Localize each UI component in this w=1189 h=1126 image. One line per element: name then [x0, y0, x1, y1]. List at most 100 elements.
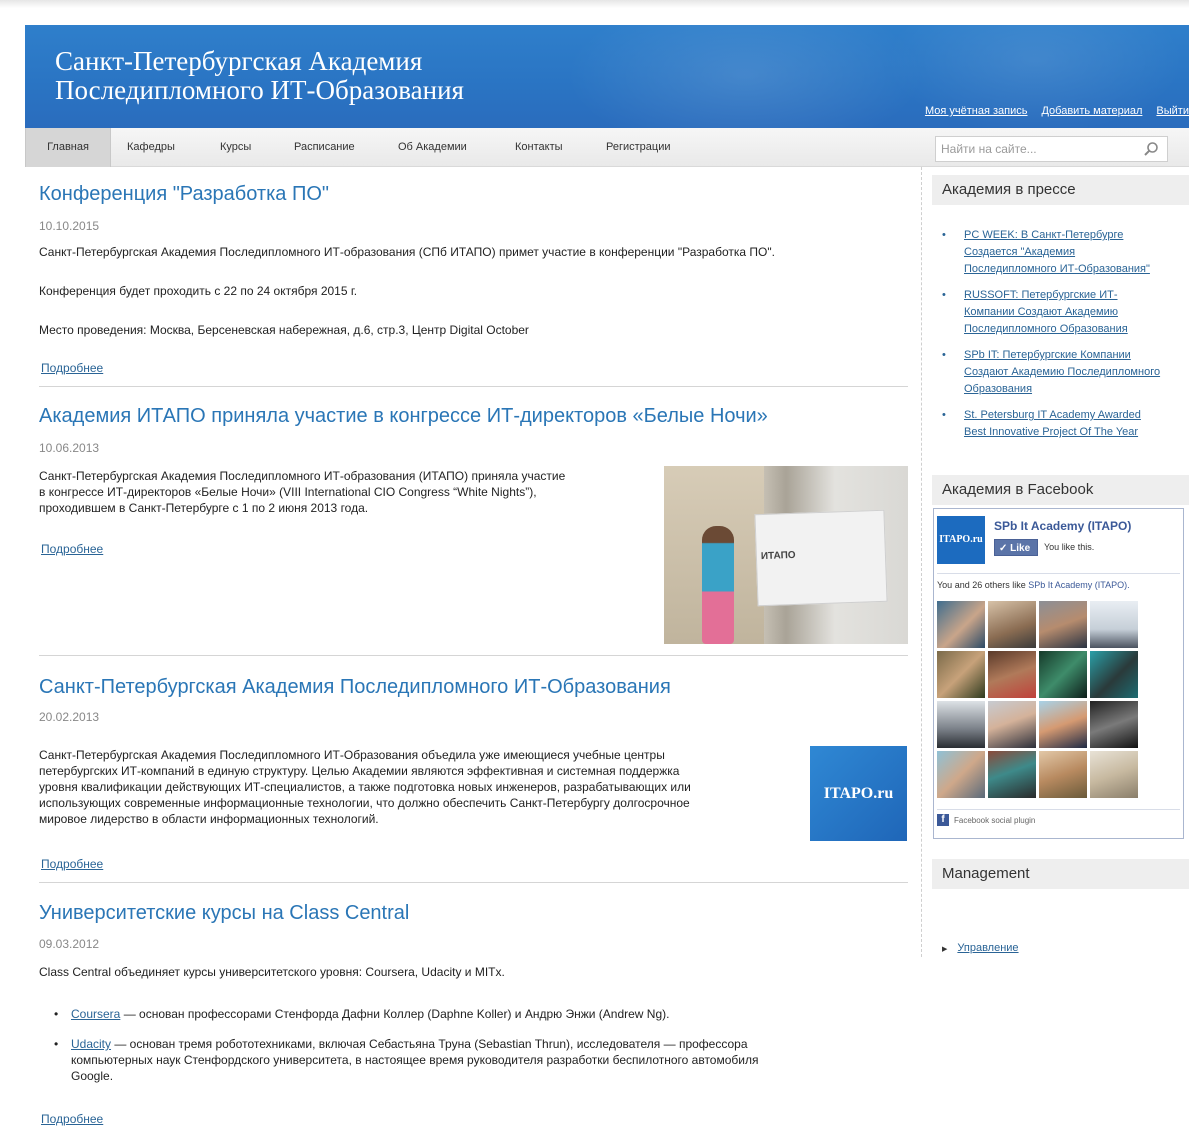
bullet-triangle-icon: ▶: [942, 946, 948, 953]
post-text-line: Санкт-Петербургская Академия Последиплом…: [39, 469, 566, 483]
avatar[interactable]: [937, 601, 985, 648]
nav-tab-contacts[interactable]: Контакты: [515, 128, 563, 167]
avatar[interactable]: [1039, 651, 1087, 698]
post-paragraph: Конференция будет проходить с 22 по 24 о…: [39, 284, 358, 298]
post-divider: [39, 386, 908, 387]
site-header: Санкт-Петербургская Академия Последиплом…: [25, 25, 1189, 128]
avatar[interactable]: [1090, 651, 1138, 698]
site-title-line-1: Санкт-Петербургская Академия: [55, 46, 423, 76]
avatar[interactable]: [1039, 751, 1087, 798]
add-content-link[interactable]: Добавить материал: [1041, 105, 1142, 117]
post-intro: Class Central объединяет курсы университ…: [39, 965, 505, 979]
press-item: RUSSOFT: Петербургские ИТ- Компании Созд…: [942, 287, 1182, 338]
press-item: SPb IT: Петербургские Компании Создают А…: [942, 347, 1182, 398]
avatar[interactable]: [1039, 601, 1087, 648]
avatar[interactable]: [988, 601, 1036, 648]
facebook-widget: ITAPO.ru SPb It Academy (ITAPO) ✓ Like Y…: [933, 508, 1184, 839]
facebook-faces-grid: [937, 601, 1143, 801]
list-item-text: — основан профессорами Стенфорда Дафни К…: [120, 1007, 670, 1021]
avatar[interactable]: [937, 751, 985, 798]
post-text: Санкт-Петербургская Академия Последиплом…: [39, 468, 565, 516]
post-text: Санкт-Петербургская Академия Последиплом…: [39, 747, 691, 827]
search-box: [935, 136, 1168, 162]
photo-person: [702, 526, 734, 644]
facebook-plugin-footer: f Facebook social plugin: [937, 814, 1035, 826]
read-more-link[interactable]: Подробнее: [41, 542, 103, 556]
press-heading: Академия в прессе: [932, 175, 1189, 205]
avatar[interactable]: [988, 751, 1036, 798]
management-heading: Management: [932, 859, 1189, 889]
main-nav: Главная Кафедры Курсы Расписание Об Акад…: [25, 128, 1189, 167]
nav-tab-about[interactable]: Об Академии: [398, 128, 467, 167]
press-list: PC WEEK: В Санкт-Петербурге Создается "А…: [942, 227, 1182, 450]
list-item-text: Google.: [71, 1069, 114, 1083]
search-icon[interactable]: [1143, 141, 1159, 157]
post-text-line: петербургских ИТ-компаний в единую струк…: [39, 764, 680, 778]
management-link[interactable]: Управление: [957, 942, 1018, 954]
post-paragraph: Санкт-Петербургская Академия Последиплом…: [39, 245, 775, 259]
avatar[interactable]: [937, 651, 985, 698]
press-link[interactable]: PC WEEK: В Санкт-Петербурге Создается "А…: [964, 227, 1182, 278]
avatar[interactable]: [1090, 701, 1138, 748]
avatar[interactable]: [1090, 751, 1138, 798]
nav-tab-home[interactable]: Главная: [25, 128, 111, 167]
facebook-like-count: You and 26 others like SPb It Academy (I…: [937, 580, 1130, 590]
press-link[interactable]: RUSSOFT: Петербургские ИТ- Компании Созд…: [964, 287, 1182, 338]
press-item: St. Petersburg IT Academy Awarded Best I…: [942, 407, 1182, 441]
list-item-text: — основан тремя робототехниками, включая…: [111, 1037, 748, 1051]
photo-banner: ИТАПО: [754, 509, 888, 607]
list-item-text: компьютерных наук Стенфордского универси…: [71, 1053, 759, 1067]
avatar[interactable]: [988, 701, 1036, 748]
page: Санкт-Петербургская Академия Последиплом…: [25, 25, 1189, 1126]
post-date: 10.06.2013: [39, 441, 100, 455]
facebook-page-name[interactable]: SPb It Academy (ITAPO): [994, 519, 1131, 533]
facebook-icon: f: [937, 814, 949, 826]
post-text-line: мировое лидерство в области информационн…: [39, 812, 379, 826]
course-list: Coursera — основан профессорами Стенфорд…: [39, 1006, 899, 1098]
itapo-logo[interactable]: ITAPO.ru: [810, 746, 907, 841]
read-more-link[interactable]: Подробнее: [41, 361, 103, 375]
facebook-page-logo[interactable]: ITAPO.ru: [937, 516, 985, 564]
avatar[interactable]: [988, 651, 1036, 698]
press-link[interactable]: St. Petersburg IT Academy Awarded Best I…: [964, 407, 1182, 441]
logout-link[interactable]: Выйти: [1156, 105, 1189, 117]
facebook-like-status: You like this.: [1044, 542, 1095, 552]
my-account-link[interactable]: Моя учётная запись: [925, 105, 1028, 117]
post-title[interactable]: Санкт-Петербургская Академия Последиплом…: [39, 676, 671, 699]
nav-tab-courses[interactable]: Курсы: [220, 128, 251, 167]
post-divider: [39, 882, 908, 883]
post-date: 20.02.2013: [39, 710, 100, 724]
avatar[interactable]: [937, 701, 985, 748]
press-link[interactable]: SPb IT: Петербургские Компании Создают А…: [964, 347, 1182, 398]
read-more-link[interactable]: Подробнее: [41, 857, 103, 871]
post-date: 09.03.2012: [39, 937, 100, 951]
congress-photo[interactable]: ИТАПО: [664, 466, 908, 644]
site-title-line-2: Последипломного ИТ-Образования: [55, 75, 464, 105]
post-title[interactable]: Академия ИТАПО приняла участие в конгрес…: [39, 405, 768, 428]
search-input[interactable]: [936, 137, 1136, 161]
avatar[interactable]: [1090, 601, 1138, 648]
list-item: Udacity — основан тремя робототехниками,…: [39, 1036, 899, 1084]
facebook-page-link[interactable]: SPb It Academy (ITAPO).: [1028, 580, 1129, 590]
facebook-like-button[interactable]: ✓ Like: [994, 539, 1038, 556]
post-title[interactable]: Университетские курсы на Class Central: [39, 902, 409, 925]
avatar[interactable]: [1039, 701, 1087, 748]
udacity-link[interactable]: Udacity: [71, 1037, 111, 1051]
press-item: PC WEEK: В Санкт-Петербурге Создается "А…: [942, 227, 1182, 278]
post-text-line: проходившем в Санкт-Петербурге с 1 по 2 …: [39, 501, 369, 515]
coursera-link[interactable]: Coursera: [71, 1007, 120, 1021]
site-title[interactable]: Санкт-Петербургская Академия Последиплом…: [55, 47, 464, 105]
post-text-line: в конгрессе ИТ-директоров «Белые Ночи» (…: [39, 485, 537, 499]
post-title[interactable]: Конференция "Разработка ПО": [39, 183, 329, 206]
nav-tab-registrations[interactable]: Регистрации: [606, 128, 671, 167]
post-text-line: уровня квалификации действующих ИТ-специ…: [39, 780, 691, 794]
list-item: ▶ Управление: [942, 942, 1019, 954]
post-paragraph: Место проведения: Москва, Берсеневская н…: [39, 323, 529, 337]
user-links: Моя учётная запись Добавить материал Вый…: [925, 105, 1189, 117]
post-date: 10.10.2015: [39, 219, 100, 233]
nav-tab-schedule[interactable]: Расписание: [294, 128, 355, 167]
post-text-line: использующих современные информационные …: [39, 796, 690, 810]
nav-tab-departments[interactable]: Кафедры: [127, 128, 175, 167]
management-list: ▶ Управление: [942, 942, 1019, 954]
post-divider: [39, 655, 908, 656]
